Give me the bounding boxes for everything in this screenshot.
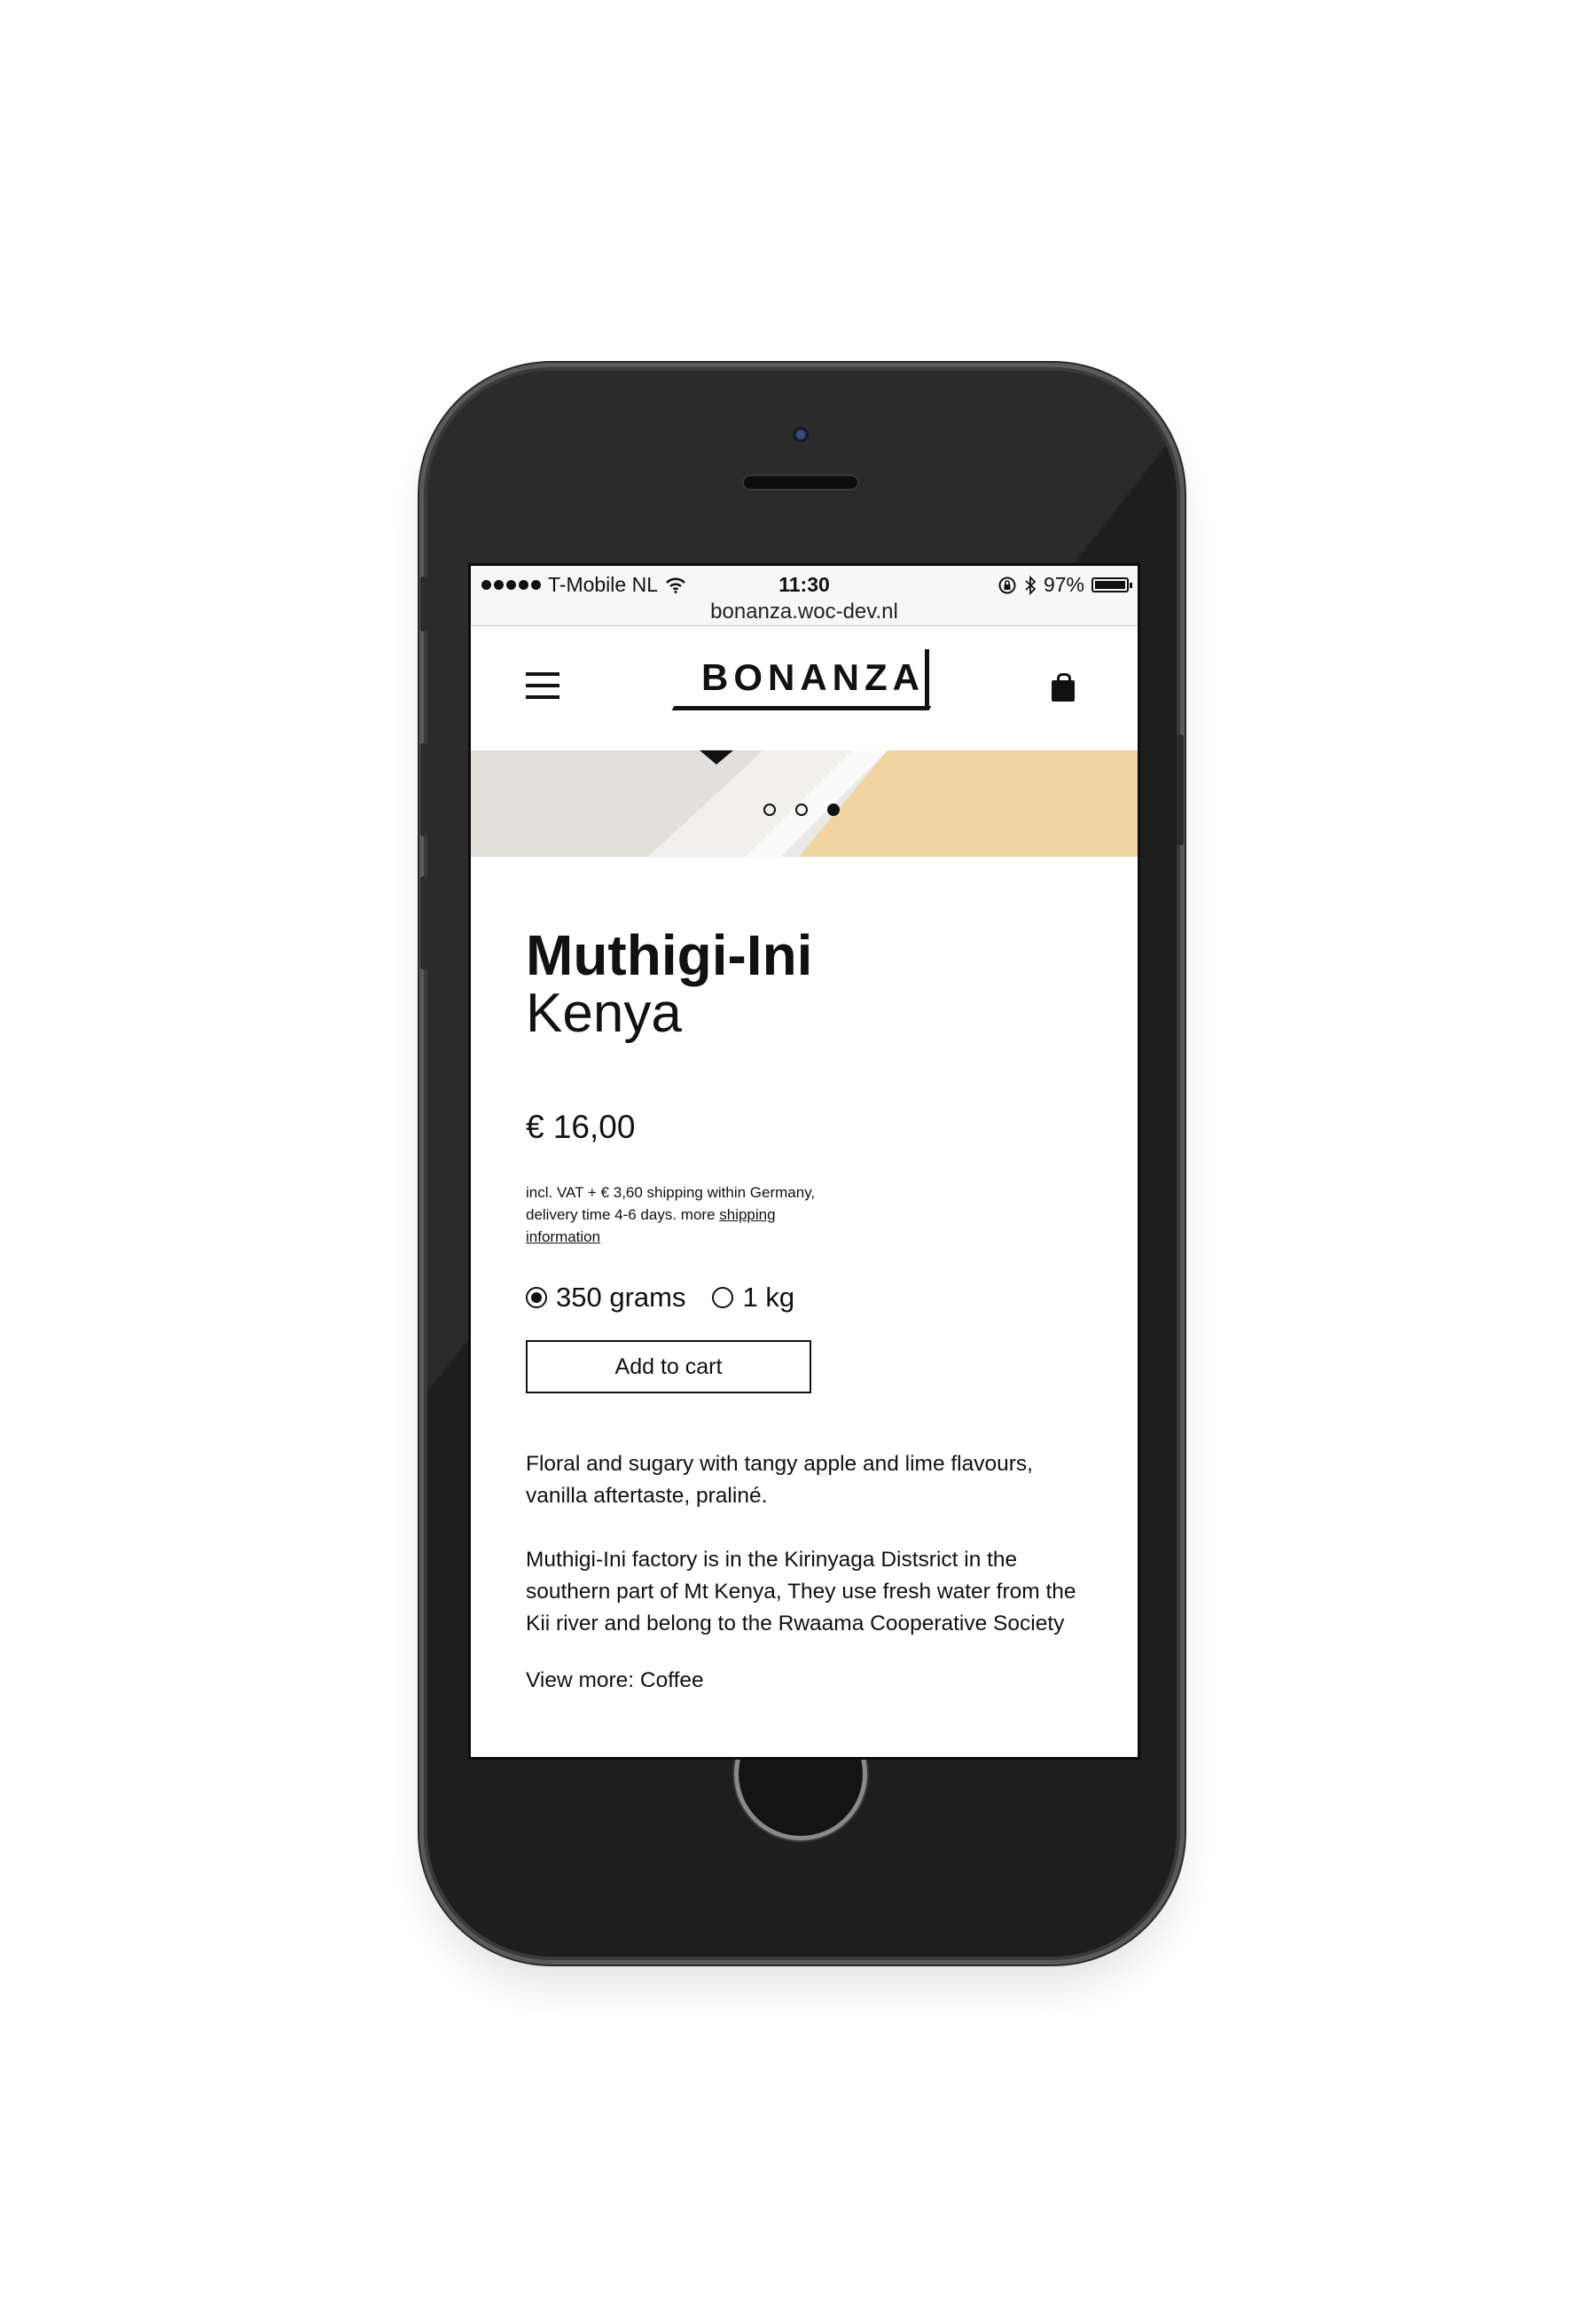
carousel-dots [763,804,840,816]
bluetooth-icon [1025,575,1037,595]
option-label: 350 grams [556,1282,686,1313]
shipping-info: incl. VAT + € 3,60 shipping within Germa… [526,1181,854,1248]
carousel-dot-1[interactable] [763,804,776,816]
product-name: Muthigi-Ini [526,923,813,987]
shipping-info-link[interactable]: shipping [719,1206,775,1223]
status-right: 97% [998,573,1132,597]
volume-down-button [420,876,427,969]
hero-carousel[interactable] [471,750,1138,857]
option-1-kg[interactable]: 1 kg [712,1282,794,1314]
proximity-sensor [700,480,708,487]
product-origin: Kenya [526,983,682,1044]
front-camera [793,427,809,443]
battery-icon [1091,577,1132,592]
product-price: € 16,00 [526,1109,636,1145]
site-header: BONANZA [471,626,1138,750]
battery-level [1095,581,1125,589]
bonanza-logo[interactable]: BONANZA [671,649,935,711]
product-content: Muthigi-Ini Kenya € 16,00 incl. VAT + € … [471,926,1138,1697]
battery-percentage: 97% [1043,573,1084,596]
add-to-cart-button[interactable]: Add to cart [526,1340,811,1393]
radio-unchecked-icon[interactable] [712,1287,734,1308]
option-350-grams[interactable]: 350 grams [526,1282,685,1314]
option-label: 1 kg [742,1282,795,1313]
size-options: 350 grams 1 kg [526,1282,1083,1314]
rotation-lock-icon [998,576,1016,593]
earpiece-speaker [742,475,859,490]
carousel-dot-2[interactable] [795,804,808,816]
status-bar: T-Mobile NL 11:30 97% bonanza.woc-dev.nl [471,566,1138,626]
shopping-bag-icon[interactable] [1052,673,1075,702]
view-more-link[interactable]: View more: Coffee [526,1665,1083,1697]
logo-text: BONANZA [701,656,925,698]
mute-switch [420,576,427,631]
url-bar[interactable]: bonanza.woc-dev.nl [471,600,1138,624]
phone-screen: T-Mobile NL 11:30 97% bonanza.woc-dev.nl [468,563,1140,1760]
volume-up-button [420,743,427,836]
product-description: Floral and sugary with tangy apple and l… [526,1448,1083,1640]
logo-underline [671,706,932,710]
description-paragraph: Muthigi-Ini factory is in the Kirinyaga … [526,1548,1076,1635]
logo-bracket [925,649,929,710]
carousel-dot-3[interactable] [827,804,840,816]
power-button [1177,734,1184,845]
description-paragraph: Floral and sugary with tangy apple and l… [526,1452,1033,1508]
hamburger-menu-icon[interactable] [526,672,559,707]
radio-checked-icon[interactable] [526,1287,547,1308]
shipping-info-link-2[interactable]: information [526,1228,600,1245]
